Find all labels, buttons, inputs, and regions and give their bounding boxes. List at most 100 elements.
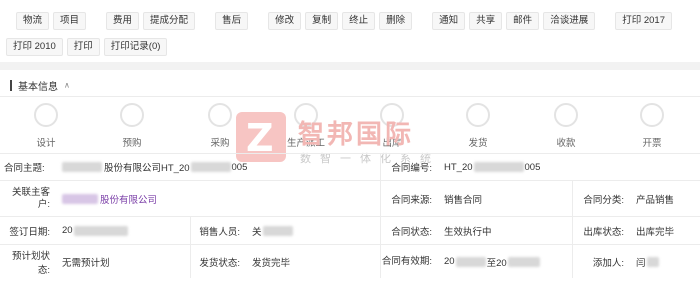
redacted-text bbox=[455, 256, 486, 267]
toolbar-button[interactable]: 打印记录(0) bbox=[103, 38, 168, 56]
salesperson-value: 关 bbox=[246, 217, 376, 244]
sign-date-label: 签订日期: bbox=[9, 226, 50, 238]
step-circle-icon bbox=[294, 103, 318, 127]
toolbar-button[interactable]: 通知 bbox=[432, 12, 466, 30]
toolbar: 物流 项目 费用 提成分配 售后 修改 复制 终止 删除 通知 共享 邮件 洽谈进展 打印 2017 打印… bbox=[0, 0, 700, 60]
section-divider bbox=[0, 96, 700, 97]
step-label: 设计 bbox=[36, 138, 56, 149]
outbound-label: 出库状态: bbox=[583, 226, 624, 238]
toolbar-button[interactable]: 费用 bbox=[106, 12, 140, 30]
sign-date-value: 20 bbox=[56, 217, 186, 244]
step-label: 发货 bbox=[468, 138, 488, 149]
info-row: 签订日期: 20 销售人员: 关 合同状态: 生效执行中 出库状态: 出库完毕 bbox=[0, 216, 700, 244]
toolbar-button[interactable]: 打印 2017 bbox=[615, 12, 672, 30]
outbound-value: 出库完毕 bbox=[636, 226, 675, 238]
contract-subject-label: 合同主题: bbox=[4, 163, 45, 174]
toolbar-button[interactable]: 复制 bbox=[305, 12, 339, 30]
category-label: 合同分类: bbox=[583, 194, 624, 206]
step-circle-icon bbox=[640, 103, 664, 127]
toolbar-button[interactable]: 洽谈进展 bbox=[543, 12, 596, 30]
step-item: 收款 bbox=[536, 103, 596, 149]
step-label: 开票 bbox=[642, 138, 662, 149]
step-circle-icon bbox=[554, 103, 578, 127]
contract-no-prefix: HT_20 bbox=[444, 161, 473, 173]
step-item: 出库 bbox=[362, 103, 422, 149]
toolbar-button[interactable]: 共享 bbox=[469, 12, 503, 30]
section-title: 基本信息 bbox=[18, 81, 58, 93]
redacted-text bbox=[646, 256, 659, 267]
step-item: 预购 bbox=[102, 103, 162, 149]
plan-value: 无需预计划 bbox=[62, 257, 110, 269]
step-label: 出库 bbox=[382, 138, 402, 149]
toolbar-row-2: 打印 2010 打印 打印记录(0) bbox=[0, 36, 171, 58]
source-value: 销售合同 bbox=[444, 194, 483, 206]
ship-label: 发货状态: bbox=[199, 257, 240, 269]
section-marker bbox=[10, 79, 12, 91]
adder-label: 添加人: bbox=[592, 257, 624, 269]
customer-link[interactable]: 股份有限公司 bbox=[100, 192, 157, 206]
step-label: 采购 bbox=[210, 138, 230, 149]
toolbar-divider bbox=[0, 62, 700, 70]
step-circle-icon bbox=[120, 103, 144, 127]
source-label: 合同来源: bbox=[391, 194, 432, 206]
salesperson-text: 关 bbox=[252, 226, 262, 238]
validity-label: 合同有效期: bbox=[381, 255, 432, 267]
info-row: 关联主客户: 股份有限公司 合同来源: 销售合同 合同分类: 产品销售 bbox=[0, 180, 700, 216]
contract-subject-suffix: 005 bbox=[231, 161, 248, 173]
step-item: 生产派工 bbox=[276, 103, 336, 149]
toolbar-button[interactable]: 打印 bbox=[66, 38, 100, 56]
info-row: 合同主题: 股份有限公司HT_20 005 合同编号: HT_20 005 bbox=[0, 153, 700, 180]
toolbar-button[interactable]: 修改 bbox=[268, 12, 302, 30]
toolbar-button[interactable]: 终止 bbox=[342, 12, 376, 30]
toolbar-button[interactable]: 删除 bbox=[379, 12, 413, 30]
info-table: 合同主题: 股份有限公司HT_20 005 合同编号: HT_20 005 关联… bbox=[0, 153, 700, 278]
section-header[interactable]: 基本信息 ∨ bbox=[10, 78, 70, 93]
step-item: 采购 bbox=[190, 103, 250, 149]
redacted-text bbox=[73, 225, 128, 236]
step-circle-icon bbox=[466, 103, 490, 127]
step-label: 生产派工 bbox=[286, 138, 325, 149]
info-row: 预计划状态: 无需预计划 发货状态: 发货完毕 合同有效期: 20 至20 添加… bbox=[0, 244, 700, 278]
validity-mid-text: 至20 bbox=[486, 257, 507, 269]
redacted-text bbox=[473, 162, 524, 172]
step-item: 设计 bbox=[16, 103, 76, 149]
toolbar-button[interactable]: 项目 bbox=[53, 12, 87, 30]
redacted-text bbox=[62, 162, 102, 172]
adder-value: 闫 bbox=[630, 245, 700, 278]
contract-subject-text: 股份有限公司HT_20 bbox=[104, 163, 190, 174]
toolbar-button[interactable]: 物流 bbox=[16, 12, 50, 30]
toolbar-button[interactable]: 提成分配 bbox=[143, 12, 196, 30]
validity-value: 20 至20 bbox=[438, 245, 572, 278]
status-value: 生效执行中 bbox=[444, 226, 492, 238]
category-value: 产品销售 bbox=[636, 194, 675, 206]
salesperson-label: 销售人员: bbox=[199, 226, 240, 238]
contract-no-value: HT_20 005 bbox=[438, 154, 698, 180]
redacted-text bbox=[62, 193, 98, 204]
toolbar-button[interactable]: 邮件 bbox=[506, 12, 540, 30]
customer-value[interactable]: 股份有限公司 bbox=[56, 181, 376, 216]
step-label: 预购 bbox=[122, 138, 142, 149]
contract-subject-value: 股份有限公司HT_20 005 bbox=[56, 154, 376, 180]
ship-value: 发货完毕 bbox=[252, 257, 291, 269]
validity-start-text: 20 bbox=[444, 256, 455, 267]
toolbar-row-1: 物流 项目 费用 提成分配 售后 修改 复制 终止 删除 通知 共享 邮件 洽谈进展 打印 2017 bbox=[0, 10, 676, 32]
step-label: 收款 bbox=[556, 138, 576, 149]
step-item: 开票 bbox=[622, 103, 682, 149]
step-circle-icon bbox=[380, 103, 404, 127]
contract-no-label: 合同编号: bbox=[391, 163, 432, 174]
redacted-text bbox=[262, 225, 293, 236]
contract-no-suffix: 005 bbox=[524, 161, 541, 173]
step-item: 发货 bbox=[448, 103, 508, 149]
sign-date-text: 20 bbox=[62, 225, 73, 236]
redacted-text bbox=[507, 256, 540, 267]
step-circle-icon bbox=[34, 103, 58, 127]
step-circle-icon bbox=[208, 103, 232, 127]
toolbar-button[interactable]: 打印 2010 bbox=[6, 38, 63, 56]
adder-text: 闫 bbox=[636, 257, 646, 269]
toolbar-button[interactable]: 售后 bbox=[215, 12, 249, 30]
chevron-up-icon[interactable]: ∨ bbox=[64, 81, 70, 90]
status-label: 合同状态: bbox=[391, 226, 432, 238]
customer-label: 关联主客户: bbox=[11, 186, 50, 210]
redacted-text bbox=[190, 162, 231, 172]
plan-label: 预计划状态: bbox=[11, 250, 50, 276]
